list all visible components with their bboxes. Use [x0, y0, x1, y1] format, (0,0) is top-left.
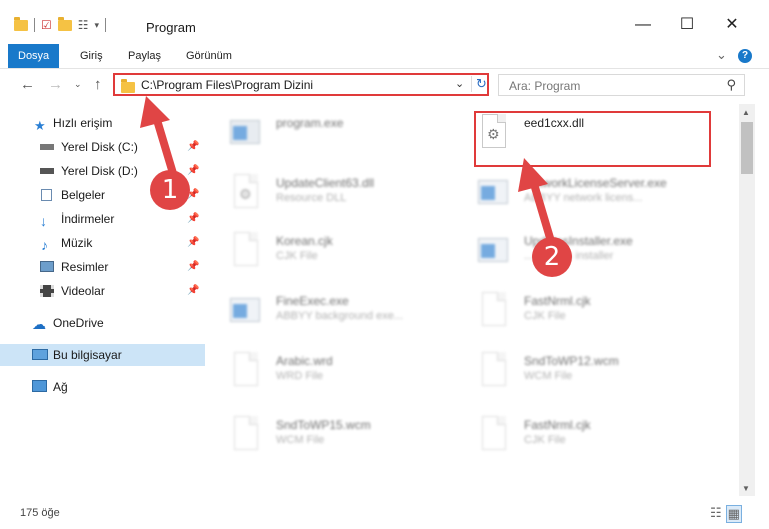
status-bar: 175 öğe ☷ ▦ — [0, 499, 769, 529]
annotation-arrows — [140, 96, 557, 252]
large-icons-view-icon[interactable]: ▦ — [725, 505, 742, 523]
arrow-1 — [140, 96, 179, 184]
step-badge-1: 1 — [150, 170, 190, 210]
details-view-icon[interactable]: ☷ — [710, 505, 722, 523]
item-count: 175 öğe — [20, 507, 60, 519]
view-switcher: ☷ ▦ — [710, 505, 742, 523]
arrow-2 — [518, 158, 557, 252]
step-badge-2: 2 — [532, 237, 572, 277]
